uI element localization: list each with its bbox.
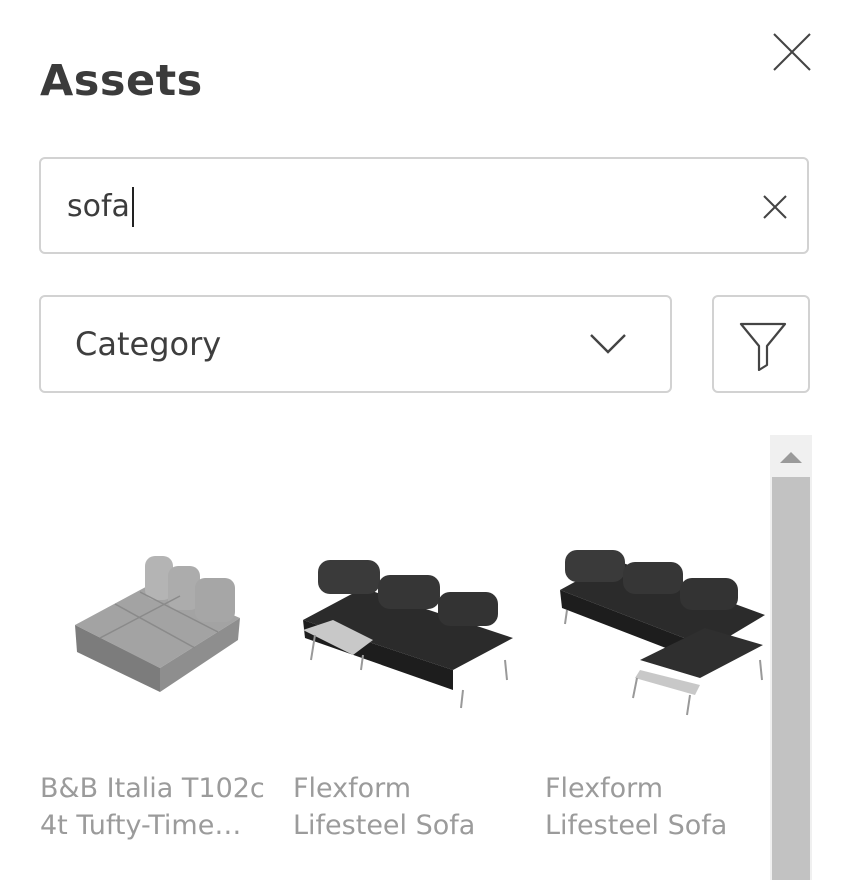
asset-thumbnail [560, 550, 765, 716]
scroll-up-button[interactable] [770, 435, 812, 477]
close-icon [773, 33, 811, 71]
close-button[interactable] [770, 30, 814, 74]
search-input[interactable] [67, 181, 747, 231]
search-box [39, 157, 809, 254]
clear-icon [763, 195, 787, 219]
filter-icon [739, 322, 787, 371]
asset-name: Flexform Lifesteel Sofa [293, 773, 476, 841]
chevron-down-icon [590, 334, 626, 354]
asset-card[interactable]: Flexform Lifesteel Sofa [545, 440, 780, 880]
triangle-up-icon [780, 452, 802, 463]
asset-name: B&B Italia T102c 4t Tufty-Time… [40, 773, 265, 841]
filter-button[interactable] [712, 295, 810, 393]
category-dropdown[interactable]: Category [39, 295, 672, 393]
asset-name: Flexform Lifesteel Sofa [545, 773, 728, 841]
scrollbar-thumb[interactable] [772, 477, 810, 880]
asset-thumbnail [75, 556, 240, 692]
panel-title: Assets [40, 56, 203, 106]
asset-card[interactable]: B&B Italia T102c 4t Tufty-Time… [40, 440, 275, 880]
asset-thumbnail [303, 560, 513, 709]
clear-search-button[interactable] [760, 192, 790, 222]
category-label: Category [75, 325, 222, 363]
asset-card[interactable]: Flexform Lifesteel Sofa [293, 440, 528, 880]
text-caret [132, 187, 134, 227]
